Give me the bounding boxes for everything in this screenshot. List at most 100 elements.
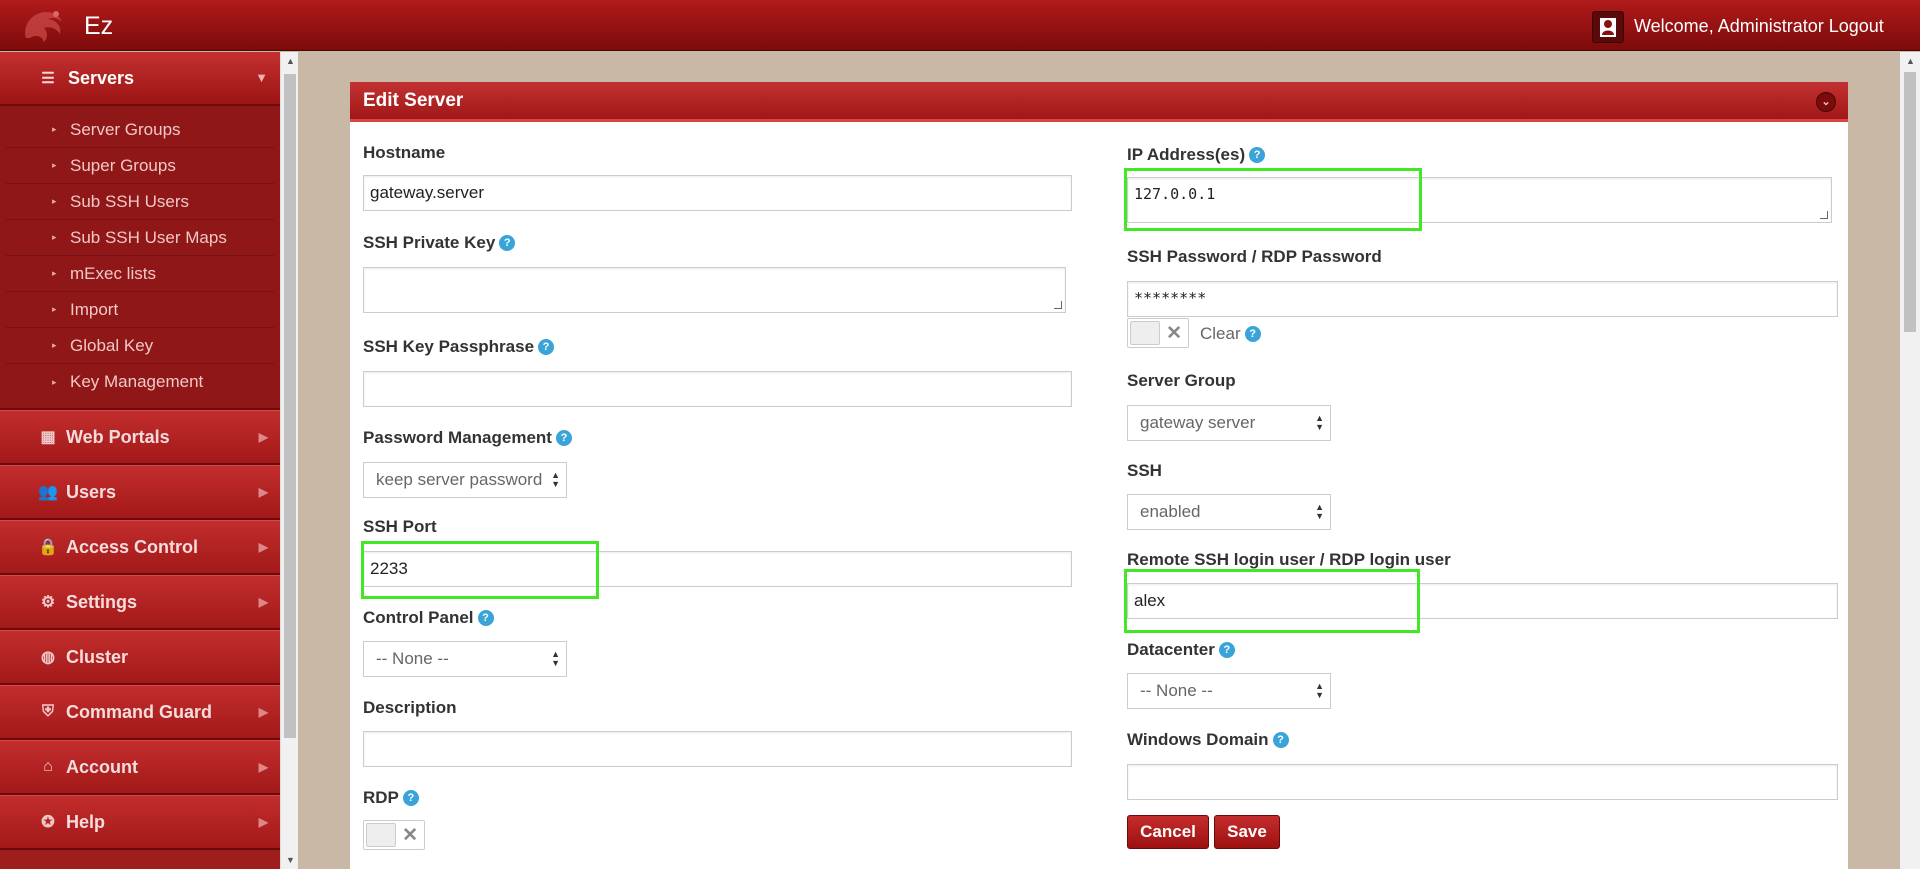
save-button[interactable]: Save xyxy=(1214,815,1280,849)
sidebar-item-web-portals[interactable]: ▦ Web Portals ▶ xyxy=(0,410,280,465)
select-value: -- None -- xyxy=(1140,681,1213,700)
sub-item-global-key[interactable]: ▸ Global Key xyxy=(6,328,274,364)
select-caret-icon: ▲ ▼ xyxy=(1315,502,1324,521)
hostname-label: Hostname xyxy=(363,143,446,162)
select-value: gateway server xyxy=(1140,413,1256,432)
globe-icon: ◍ xyxy=(41,649,55,666)
sub-item-mexec-lists[interactable]: ▸ mExec lists xyxy=(6,256,274,292)
help-icon[interactable]: ? xyxy=(1244,326,1261,342)
sidebar-item-label: Command Guard xyxy=(66,701,213,722)
chevron-right-icon: ▶ xyxy=(258,540,268,554)
cancel-button[interactable]: Cancel xyxy=(1127,815,1209,849)
sidebar-item-access-control[interactable]: 🔒 Access Control ▶ xyxy=(0,520,280,575)
sub-item-label: Import xyxy=(70,299,119,319)
sidebar-item-users[interactable]: 👥 Users ▶ xyxy=(0,465,280,520)
sidebar-item-label: Web Portals xyxy=(66,426,170,447)
toggle-off-x-icon: ✕ xyxy=(402,825,418,846)
sub-item-label: Key Management xyxy=(70,372,204,391)
control-panel-select[interactable]: -- None -- ▲ ▼ xyxy=(363,641,567,677)
help-icon[interactable]: ? xyxy=(1218,642,1235,658)
sub-item-server-groups[interactable]: ▸ Server Groups xyxy=(6,112,274,148)
sub-item-label: mExec lists xyxy=(70,263,156,283)
help-icon[interactable]: ? xyxy=(555,430,572,446)
server-group-select[interactable]: gateway server ▲ ▼ xyxy=(1127,405,1331,441)
dragon-logo-icon[interactable] xyxy=(18,4,74,48)
highlight-box-ssh-port xyxy=(361,541,599,599)
help-icon[interactable]: ? xyxy=(538,339,555,355)
sidebar-item-settings[interactable]: ⚙ Settings ▶ xyxy=(0,575,280,630)
ssh-password-input[interactable]: ******** xyxy=(1127,281,1838,317)
clear-password-toggle[interactable]: ✕ xyxy=(1127,318,1189,348)
resize-grip-icon[interactable] xyxy=(1054,301,1062,309)
password-management-label: Password Management? xyxy=(363,428,572,448)
sidebar-item-account[interactable]: ⌂ Account ▶ xyxy=(0,740,280,795)
user-avatar-icon[interactable] xyxy=(1592,11,1624,43)
sub-item-sub-ssh-users[interactable]: ▸ Sub SSH Users xyxy=(6,184,274,220)
sub-item-sub-ssh-user-maps[interactable]: ▸ Sub SSH User Maps xyxy=(6,220,274,256)
rdp-label: RDP? xyxy=(363,788,419,808)
panel-title: Edit Server xyxy=(363,89,464,111)
select-value: -- None -- xyxy=(376,649,449,668)
bullet-icon: ▸ xyxy=(52,160,57,170)
bullet-icon: ▸ xyxy=(52,304,57,314)
help-icon[interactable]: ? xyxy=(1249,147,1266,163)
sub-item-super-groups[interactable]: ▸ Super Groups xyxy=(6,148,274,184)
field-label-text: Windows Domain xyxy=(1127,730,1269,749)
app-brand[interactable]: Ez xyxy=(84,12,113,41)
sidebar-scrollbar[interactable]: ▲ ▼ xyxy=(280,52,298,869)
description-input[interactable] xyxy=(363,731,1072,767)
collapse-chevron-icon[interactable]: ⌄ xyxy=(1816,92,1836,112)
gears-icon: ⚙ xyxy=(40,594,56,611)
bullet-icon: ▸ xyxy=(52,124,57,134)
ssh-label: SSH xyxy=(1127,461,1162,480)
page-scrollbar[interactable]: ▲ xyxy=(1900,52,1920,869)
select-caret-icon: ▲ ▼ xyxy=(551,470,560,489)
ssh-private-key-label: SSH Private Key? xyxy=(363,233,516,253)
chevron-right-icon: ▶ xyxy=(258,705,268,719)
sidebar-item-cluster[interactable]: ◍ Cluster xyxy=(0,630,280,685)
welcome-logout-link[interactable]: Welcome, Administrator Logout xyxy=(1634,16,1884,37)
resize-grip-icon[interactable] xyxy=(1820,211,1828,219)
bullet-icon: ▸ xyxy=(52,376,57,387)
ssh-select[interactable]: enabled ▲ ▼ xyxy=(1127,494,1331,530)
lifebuoy-icon: ✪ xyxy=(41,814,55,831)
sub-item-label: Server Groups xyxy=(70,119,181,139)
help-icon[interactable]: ? xyxy=(1272,732,1289,748)
dashboard-icon: ▦ xyxy=(40,429,56,446)
top-bar: Ez Welcome, Administrator Logout xyxy=(0,0,1920,51)
chevron-right-icon: ▶ xyxy=(258,430,268,444)
windows-domain-input[interactable] xyxy=(1127,764,1838,800)
select-caret-icon: ▲ ▼ xyxy=(551,649,560,668)
select-value: keep server password xyxy=(376,470,543,489)
remote-login-label: Remote SSH login user / RDP login user xyxy=(1127,550,1451,569)
bullet-icon: ▸ xyxy=(52,340,57,350)
edit-server-panel: Edit Server ⌄ Hostname gateway.server SS… xyxy=(350,82,1848,869)
sidebar-item-servers[interactable]: ☰ Servers ▼ xyxy=(0,52,280,106)
datacenter-select[interactable]: -- None -- ▲ ▼ xyxy=(1127,673,1331,709)
sidebar-item-help[interactable]: ✪ Help ▶ xyxy=(0,795,280,850)
help-icon[interactable]: ? xyxy=(402,790,419,806)
password-management-select[interactable]: keep server password ▲ ▼ xyxy=(363,462,567,498)
sub-item-label: Sub SSH User Maps xyxy=(70,227,227,247)
sidebar-item-label: Users xyxy=(66,481,117,502)
page-scroll-thumb[interactable] xyxy=(1904,72,1916,332)
help-icon[interactable]: ? xyxy=(499,235,516,251)
toggle-knob xyxy=(366,823,396,847)
sidebar-item-command-guard[interactable]: ⛨ Command Guard ▶ xyxy=(0,685,280,740)
control-panel-label: Control Panel? xyxy=(363,608,494,628)
ssh-key-passphrase-input[interactable] xyxy=(363,371,1072,407)
scroll-up-icon[interactable]: ▲ xyxy=(1906,56,1915,66)
scroll-down-icon[interactable]: ▼ xyxy=(286,855,295,865)
sidebar-scroll-thumb[interactable] xyxy=(284,74,296,738)
ssh-private-key-textarea[interactable] xyxy=(363,267,1066,313)
users-icon: 👥 xyxy=(38,484,58,501)
field-label-text: Control Panel xyxy=(363,608,474,627)
panel-header: Edit Server ⌄ xyxy=(350,82,1848,122)
sub-item-key-management[interactable]: ▸ Key Management xyxy=(6,364,274,400)
sub-item-import[interactable]: ▸ Import xyxy=(6,292,274,328)
hostname-input[interactable]: gateway.server xyxy=(363,175,1072,211)
rdp-toggle[interactable]: ✕ xyxy=(363,820,425,850)
field-label-text: IP Address(es) xyxy=(1127,145,1246,164)
scroll-up-icon[interactable]: ▲ xyxy=(286,56,295,66)
help-icon[interactable]: ? xyxy=(477,610,494,626)
